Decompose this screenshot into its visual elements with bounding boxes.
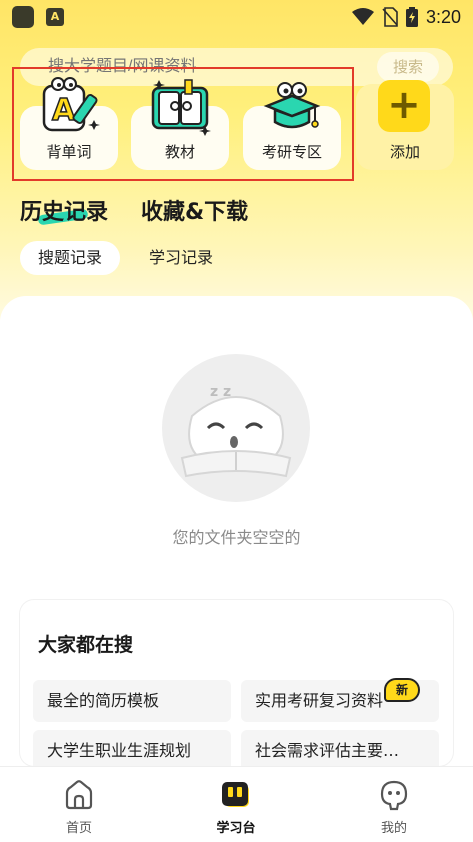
app-notification-icon-2: A (46, 8, 64, 26)
study-book-icon (222, 782, 249, 807)
clock: 3:20 (425, 6, 461, 27)
empty-state-text: 您的文件夹空空的 (172, 528, 301, 547)
tab-history[interactable]: 历史记录 (20, 194, 108, 226)
subtab-search-history[interactable]: 搜题记录 (20, 241, 121, 275)
annotation-highlight-box (12, 67, 354, 181)
app-notification-icon (12, 6, 34, 28)
subtab-study-history[interactable]: 学习记录 (131, 241, 231, 275)
nav-profile[interactable]: 我的 (334, 767, 454, 842)
status-bar: A 3:20 (0, 0, 473, 34)
nav-study-desk-label: 学习台 (216, 821, 256, 836)
hot-search-item[interactable]: 最全的简历模板 (33, 680, 231, 722)
wifi-icon (351, 8, 374, 25)
profile-face-icon (380, 780, 408, 811)
nav-profile-label: 我的 (380, 821, 407, 836)
sleeping-mascot-icon: z z (180, 384, 292, 478)
add-tile-button[interactable]: + 添加 (356, 80, 454, 170)
nav-home-label: 首页 (65, 821, 92, 836)
battery-icon (405, 7, 418, 27)
plus-icon: + (378, 80, 430, 132)
add-tile-label: 添加 (389, 143, 420, 161)
new-badge: 新 (384, 678, 420, 702)
no-sim-icon (382, 7, 398, 27)
hot-search-title: 大家都在搜 (38, 634, 134, 656)
nav-home[interactable]: 首页 (19, 767, 139, 842)
bottom-navigation: 首页 学习台 我的 (0, 766, 473, 842)
search-button[interactable]: 搜索 (377, 52, 439, 82)
empty-state-illustration: z z (162, 354, 310, 502)
home-icon (65, 780, 93, 810)
tab-favorites-downloads[interactable]: 收藏&下载 (141, 194, 248, 226)
nav-study-desk[interactable]: 学习台 (176, 767, 296, 842)
